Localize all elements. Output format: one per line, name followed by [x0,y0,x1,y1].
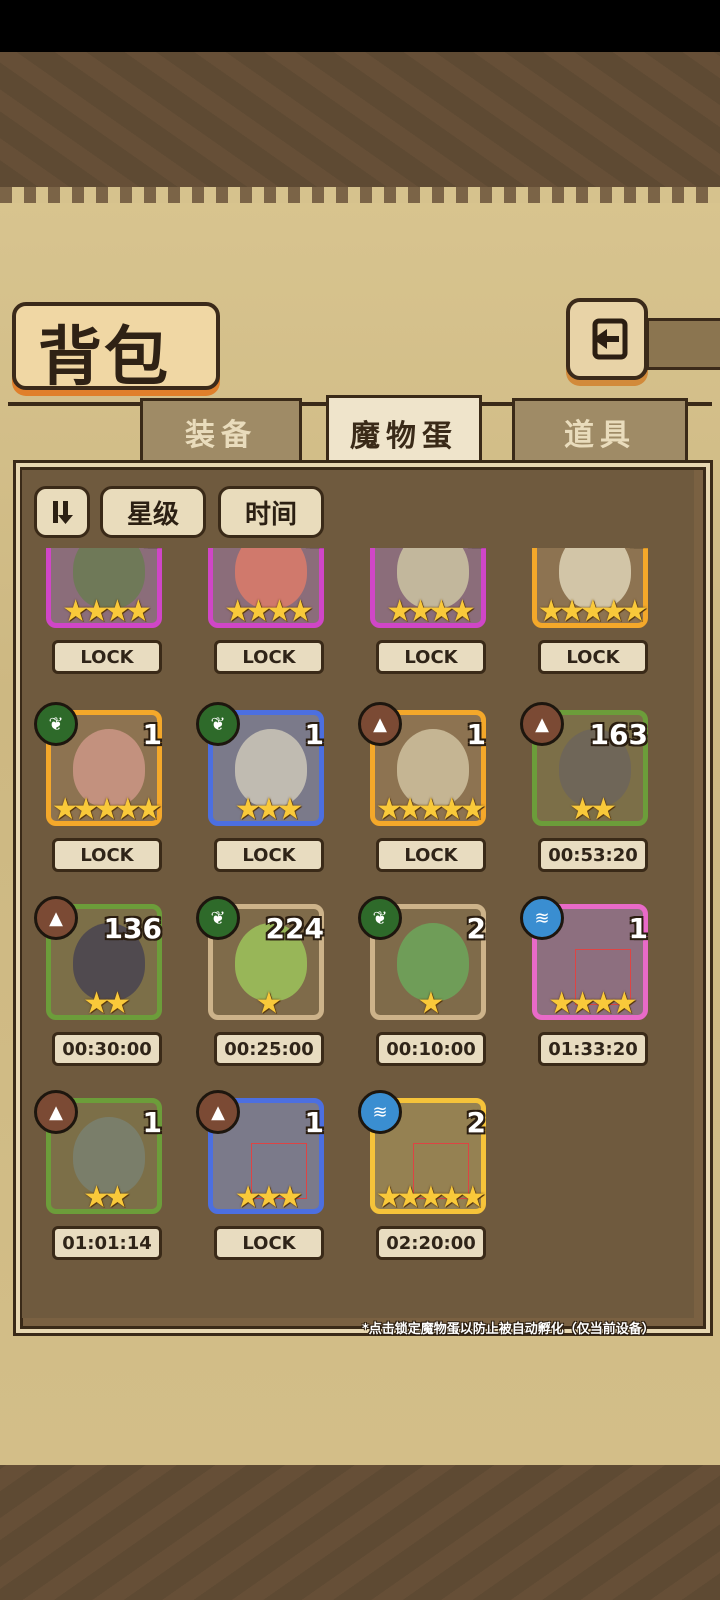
status-bar [0,0,720,52]
sort-by-stars-button[interactable]: 星级 [100,486,206,538]
tab-monster-eggs[interactable]: 魔物蛋 [326,395,482,471]
rock-element-icon: ▲ [358,702,402,746]
tab-equipment[interactable]: 装备 [140,398,302,466]
header-bar-right [646,318,720,370]
star-rating: ★★ [83,1180,131,1215]
egg-count: 1 [143,548,162,553]
lock-button[interactable]: LOCK [52,838,162,872]
egg-count: 2 [466,1106,486,1139]
background-map-top [0,52,720,187]
star-rating: ★★★★ [62,594,152,629]
star-rating: ★★★★★ [375,792,486,827]
hatch-timer: 02:20:00 [376,1226,486,1260]
back-button[interactable] [566,298,648,380]
page-title: 背包 [38,320,170,395]
egg-count: 1 [304,718,324,751]
star-rating: ★★★★ [224,594,314,629]
lock-button[interactable]: LOCK [214,1226,324,1260]
egg-count: 163 [589,718,648,751]
star-rating: ★★★★★ [537,594,648,629]
leaf-element-icon: ❦ [34,702,78,746]
star-rating: ★★★★★ [375,1180,486,1215]
egg-count: 2 [466,912,486,945]
egg-count: 1 [142,718,162,751]
rock-element-icon: ▲ [196,1090,240,1134]
hatch-timer: 00:30:00 [52,1032,162,1066]
sort-order-icon [53,501,73,524]
star-rating: ★★ [569,792,617,827]
hatch-timer: 00:10:00 [376,1032,486,1066]
egg-count: 1 [466,718,486,751]
egg-count: 1 [628,912,648,945]
egg-count: 1 [305,548,324,553]
sort-order-button[interactable] [34,486,90,538]
star-rating: ★★ [83,986,131,1021]
leaf-element-icon: ❦ [196,702,240,746]
hatch-timer: 01:33:20 [538,1032,648,1066]
footer-note: *点击锁定魔物蛋以防止被自动孵化（仅当前设备） [362,1322,655,1337]
star-rating: ★★★★★ [51,792,162,827]
hatch-timer: 01:01:14 [52,1226,162,1260]
lock-button[interactable]: LOCK [52,640,162,674]
star-rating: ★ [255,986,283,1021]
tab-items[interactable]: 道具 [512,398,688,466]
lock-button[interactable]: LOCK [214,640,324,674]
sort-by-time-button[interactable]: 时间 [218,486,324,538]
lock-button[interactable]: LOCK [376,640,486,674]
egg-count: 136 [103,912,162,945]
background-map-bottom [0,1465,720,1600]
leaf-element-icon: ❦ [196,896,240,940]
egg-count: 1 [467,548,486,553]
egg-count: 1 [629,548,648,553]
star-rating: ★★★ [234,792,304,827]
egg-grid: ❦1★★★★LOCK✹1★★★★LOCK❦1★★★★LOCK❦1★★★★★LOC… [34,548,690,1298]
star-rating: ★ [417,986,445,1021]
star-rating: ★★★★ [386,594,476,629]
egg-count: 1 [142,1106,162,1139]
egg-count: 1 [304,1106,324,1139]
return-arrow-icon [592,318,628,360]
rock-element-icon: ▲ [34,1090,78,1134]
water-element-icon: ≋ [520,896,564,940]
star-rating: ★★★ [234,1180,304,1215]
rock-element-icon: ▲ [34,896,78,940]
egg-count: 224 [265,912,324,945]
hatch-timer: 00:25:00 [214,1032,324,1066]
hatch-timer: 00:53:20 [538,838,648,872]
lock-button[interactable]: LOCK [214,838,324,872]
rock-element-icon: ▲ [520,702,564,746]
lock-button[interactable]: LOCK [376,838,486,872]
leaf-element-icon: ❦ [358,896,402,940]
lock-button[interactable]: LOCK [538,640,648,674]
water-element-icon: ≋ [358,1090,402,1134]
star-rating: ★★★★ [548,986,638,1021]
